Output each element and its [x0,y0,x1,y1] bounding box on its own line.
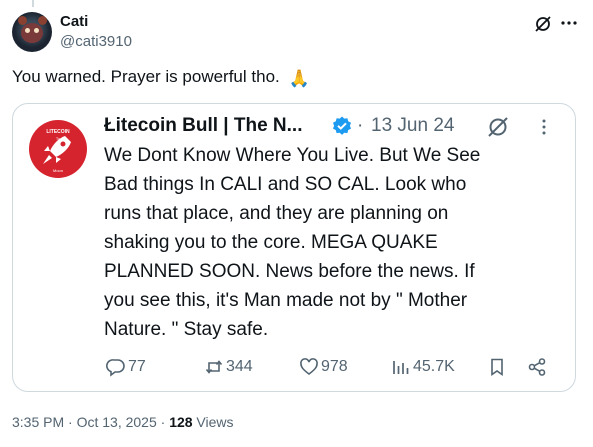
quote-avatar[interactable]: LITECOIN To Moon [29,120,87,178]
share-icon [528,358,546,376]
quote-text: We Dont Know Where You Live. But We See … [104,141,564,344]
post-text-content: You warned. Prayer is powerful tho. [12,67,280,86]
quote-text-line: Bad things In CALI and SO CAL. Look who [104,174,467,195]
quote-more-icon[interactable] [539,116,549,138]
author-handle[interactable]: @cati3910 [60,33,132,50]
post-timestamp[interactable]: 3:35 PM · Oct 13, 2025 · [12,414,169,430]
quote-text-line: We Dont Know Where You Live. But We See [104,145,481,166]
author-name[interactable]: Cati [60,13,88,30]
verified-icon [333,116,351,135]
avatar[interactable] [12,12,52,52]
quote-text-line: shaking you to the core. MEGA QUAKE [104,232,438,253]
quote-grok-icon[interactable] [485,114,511,140]
post-metadata: 3:35 PM · Oct 13, 2025 · 128 Views [12,414,234,430]
reply-count: 77 [128,358,146,375]
like-icon [300,358,318,376]
pray-emoji: 🙏 [288,69,310,88]
views-count: 45.7K [413,358,455,375]
quote-separator: · [357,115,364,136]
thread-line [32,0,34,7]
views-number: 128 [169,414,193,430]
quoted-tweet[interactable]: LITECOIN To Moon Łitecoin Bull | The N..… [12,103,576,392]
quote-text-line: you see this, it's Man made not by " Mot… [104,290,468,311]
like-count: 978 [321,358,348,375]
more-icon[interactable] [558,12,580,34]
quote-text-line: runs that place, and they are planning o… [104,203,449,224]
views-button[interactable]: 45.7K [391,354,455,380]
quote-text-line: PLANNED SOON. News before the news. If [104,261,475,282]
reply-button[interactable]: 77 [106,354,146,380]
post-text: You warned. Prayer is powerful tho. 🙏 [12,66,310,90]
like-button[interactable]: 978 [299,354,348,380]
quote-author-name[interactable]: Łitecoin Bull | The N... [104,115,303,137]
bookmark-icon [491,358,503,377]
quote-text-line: Nature. " Stay safe. [104,319,269,340]
views-label: Views [192,414,234,430]
grok-icon[interactable] [533,14,553,34]
reply-icon [106,359,125,377]
bookmark-button[interactable] [487,354,509,380]
repost-count: 344 [226,358,253,375]
repost-icon [205,360,223,374]
views-icon [393,361,409,374]
tweet: Cati @cati3910 You warned. Prayer is pow… [0,0,593,447]
quote-avatar-label-bottom: Moon [52,168,63,173]
share-button[interactable] [527,354,549,380]
quote-date[interactable]: 13 Jun 24 [371,115,454,137]
repost-button[interactable]: 344 [204,354,253,380]
quote-actions: 77 344 978 45.7K [13,354,577,380]
